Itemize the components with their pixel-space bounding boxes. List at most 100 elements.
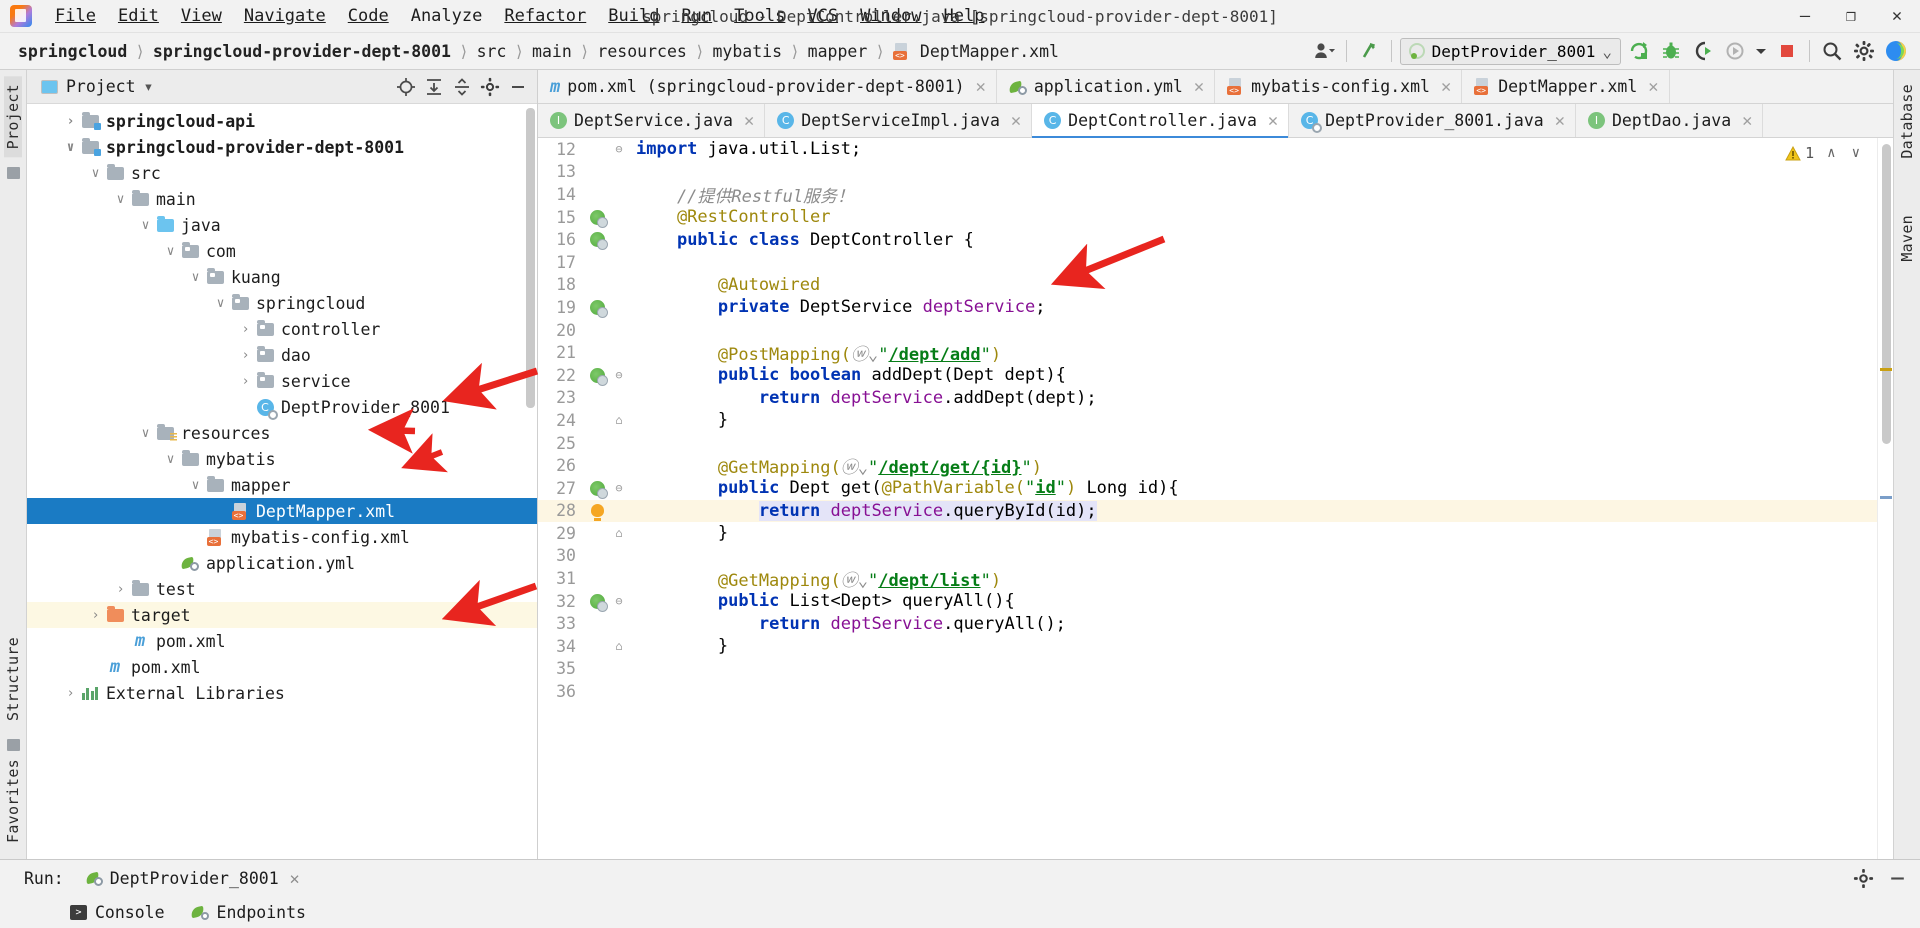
close-icon[interactable]: ✕ bbox=[1441, 77, 1451, 97]
code-line-25[interactable]: 25 bbox=[538, 432, 1877, 455]
editor-tab-mybatis-config-xml[interactable]: <> mybatis-config.xml ✕ bbox=[1215, 70, 1463, 103]
chevron-right-icon[interactable]: › bbox=[62, 114, 79, 129]
tree-node-external-libraries[interactable]: › External Libraries bbox=[27, 680, 537, 706]
code-line-27[interactable]: 27 ⊖ public Dept get(@PathVariable("id") … bbox=[538, 477, 1877, 500]
menu-vcs[interactable]: VCS bbox=[796, 3, 849, 29]
editor-tab-deptserviceimpl-java[interactable]: C DeptServiceImpl.java ✕ bbox=[765, 104, 1033, 137]
breadcrumb-item-7[interactable]: <> DeptMapper.xml bbox=[887, 40, 1065, 63]
tree-node-test[interactable]: › test bbox=[27, 576, 537, 602]
code-line-12[interactable]: 12 ⊖ import java.util.List; bbox=[538, 138, 1877, 161]
chevron-down-icon[interactable]: ∨ bbox=[162, 452, 179, 467]
profile-icon[interactable] bbox=[1721, 37, 1749, 65]
menu-build[interactable]: Build bbox=[597, 3, 670, 29]
chevron-down-icon[interactable]: ∨ bbox=[212, 296, 229, 311]
tree-node-mybatis-config-xml[interactable]: <> mybatis-config.xml bbox=[27, 524, 537, 550]
tree-node-controller[interactable]: › controller bbox=[27, 316, 537, 342]
chevron-right-icon[interactable]: › bbox=[237, 374, 254, 389]
chevron-down-icon[interactable]: ∨ bbox=[187, 270, 204, 285]
menu-window[interactable]: Window bbox=[849, 3, 932, 29]
menu-analyze[interactable]: Analyze bbox=[400, 3, 494, 29]
run-configuration-selector[interactable]: DeptProvider_8001 ⌄ bbox=[1399, 37, 1621, 65]
tree-node-deptprovider-8001[interactable]: C DeptProvider_8001 bbox=[27, 394, 537, 420]
tree-node-resources[interactable]: ∨ resources bbox=[27, 420, 537, 446]
tree-node-pom-xml[interactable]: m pom.xml bbox=[27, 628, 537, 654]
editor-marker-bar[interactable] bbox=[1877, 138, 1893, 859]
menu-view[interactable]: View bbox=[170, 3, 233, 29]
debug-icon[interactable] bbox=[1657, 37, 1685, 65]
editor-tab-deptcontroller-java[interactable]: C DeptController.java ✕ bbox=[1032, 104, 1290, 138]
project-tree[interactable]: › springcloud-api ∨ springcloud-provider-de… bbox=[27, 104, 537, 859]
run-subtab-console[interactable]: > Console bbox=[70, 903, 165, 922]
editor-tab-pom-xml-springcloud-provider-dept-8001-[interactable]: m pom.xml (springcloud-provider-dept-8001… bbox=[538, 70, 997, 103]
editor-tab-deptprovider-8001-java[interactable]: C DeptProvider_8001.java ✕ bbox=[1289, 104, 1576, 137]
tree-node-pom-xml[interactable]: m pom.xml bbox=[27, 654, 537, 680]
tool-window-maven[interactable]: Maven bbox=[1898, 207, 1916, 270]
chevron-right-icon[interactable]: › bbox=[237, 322, 254, 337]
project-panel-title-group[interactable]: Project ▾ bbox=[41, 77, 153, 96]
run-icon[interactable] bbox=[1625, 37, 1653, 65]
code-line-18[interactable]: 18 @Autowired bbox=[538, 274, 1877, 297]
editor-tab-deptmapper-xml[interactable]: <> DeptMapper.xml ✕ bbox=[1462, 70, 1670, 103]
code-line-30[interactable]: 30 bbox=[538, 545, 1877, 568]
intention-bulb-icon[interactable] bbox=[590, 504, 604, 522]
chevron-down-icon[interactable] bbox=[1753, 37, 1769, 65]
code-folding-marker[interactable]: ⌂ bbox=[610, 413, 628, 427]
close-icon[interactable]: ✕ bbox=[1268, 111, 1278, 131]
tree-node-springcloud-api[interactable]: › springcloud-api bbox=[27, 108, 537, 134]
menu-help[interactable]: Help bbox=[932, 3, 995, 29]
tree-node-application-yml[interactable]: application.yml bbox=[27, 550, 537, 576]
settings-gear-icon[interactable] bbox=[1850, 37, 1878, 65]
code-line-32[interactable]: 32 ⊖ public List<Dept> queryAll(){ bbox=[538, 590, 1877, 613]
inspection-widget[interactable]: 1 ∧ ∨ bbox=[1785, 144, 1863, 162]
breadcrumb-item-0[interactable]: springcloud bbox=[12, 40, 133, 63]
chevron-right-icon[interactable]: › bbox=[62, 686, 79, 701]
close-icon[interactable]: ✕ bbox=[290, 869, 300, 888]
update-project-icon[interactable] bbox=[1355, 37, 1383, 65]
run-gutter-icon[interactable] bbox=[589, 209, 608, 228]
breadcrumb-item-4[interactable]: resources bbox=[591, 40, 692, 63]
tree-node-dao[interactable]: › dao bbox=[27, 342, 537, 368]
breadcrumb-item-1[interactable]: springcloud-provider-dept-8001 bbox=[147, 40, 457, 63]
run-configuration-tab[interactable]: DeptProvider_8001 ✕ bbox=[78, 865, 308, 892]
tool-window-database[interactable]: Database bbox=[1898, 76, 1916, 167]
menu-code[interactable]: Code bbox=[337, 3, 400, 29]
code-folding-marker[interactable]: ⊖ bbox=[610, 142, 628, 156]
editor-tab-deptservice-java[interactable]: I DeptService.java ✕ bbox=[538, 104, 766, 137]
search-icon[interactable] bbox=[1818, 37, 1846, 65]
close-icon[interactable]: ✕ bbox=[976, 77, 986, 97]
chevron-down-icon[interactable]: ∨ bbox=[112, 192, 129, 207]
scroll-from-source-icon[interactable] bbox=[393, 74, 419, 100]
tool-window-favorites[interactable]: Favorites bbox=[4, 751, 22, 851]
code-folding-marker[interactable]: ⊖ bbox=[610, 368, 628, 382]
run-settings-gear-icon[interactable] bbox=[1850, 865, 1876, 891]
expand-all-icon[interactable] bbox=[421, 74, 447, 100]
tool-window-icon[interactable] bbox=[6, 739, 20, 752]
run-gutter-icon[interactable] bbox=[589, 367, 608, 386]
editor-tab-deptdao-java[interactable]: I DeptDao.java ✕ bbox=[1575, 104, 1764, 137]
tree-node-springcloud-provider-dept-8001[interactable]: ∨ springcloud-provider-dept-8001 bbox=[27, 134, 537, 160]
user-icon[interactable] bbox=[1310, 37, 1338, 65]
code-line-36[interactable]: 36 bbox=[538, 680, 1877, 703]
chevron-down-icon[interactable]: ▾ bbox=[144, 77, 154, 96]
chevron-down-icon[interactable]: ∨ bbox=[162, 244, 179, 259]
run-gutter-icon[interactable] bbox=[589, 593, 608, 612]
code-folding-marker[interactable]: ⊖ bbox=[610, 481, 628, 495]
tree-node-deptmapper-xml[interactable]: <> DeptMapper.xml bbox=[27, 498, 537, 524]
hide-panel-icon[interactable] bbox=[505, 74, 531, 100]
close-icon[interactable]: ✕ bbox=[1555, 111, 1565, 131]
warning-badge[interactable]: 1 bbox=[1785, 144, 1814, 162]
next-problem-icon[interactable]: ∨ bbox=[1849, 145, 1863, 161]
tree-node-target[interactable]: › target bbox=[27, 602, 537, 628]
code-folding-marker[interactable]: ⌂ bbox=[610, 526, 628, 540]
chevron-down-icon[interactable]: ∨ bbox=[137, 218, 154, 233]
menu-run[interactable]: Run bbox=[670, 3, 723, 29]
chevron-down-icon[interactable]: ∨ bbox=[87, 166, 104, 181]
previous-problem-icon[interactable]: ∧ bbox=[1824, 145, 1838, 161]
code-line-16[interactable]: 16 public class DeptController { bbox=[538, 228, 1877, 251]
breadcrumb-item-6[interactable]: mapper bbox=[802, 40, 874, 63]
code-lines[interactable]: 12 ⊖ import java.util.List; 13 14 //提供Restfu… bbox=[538, 138, 1877, 859]
tree-node-mybatis[interactable]: ∨ mybatis bbox=[27, 446, 537, 472]
chevron-down-icon[interactable]: ∨ bbox=[137, 426, 154, 441]
code-line-17[interactable]: 17 bbox=[538, 251, 1877, 274]
code-line-19[interactable]: 19 private DeptService deptService; bbox=[538, 296, 1877, 319]
